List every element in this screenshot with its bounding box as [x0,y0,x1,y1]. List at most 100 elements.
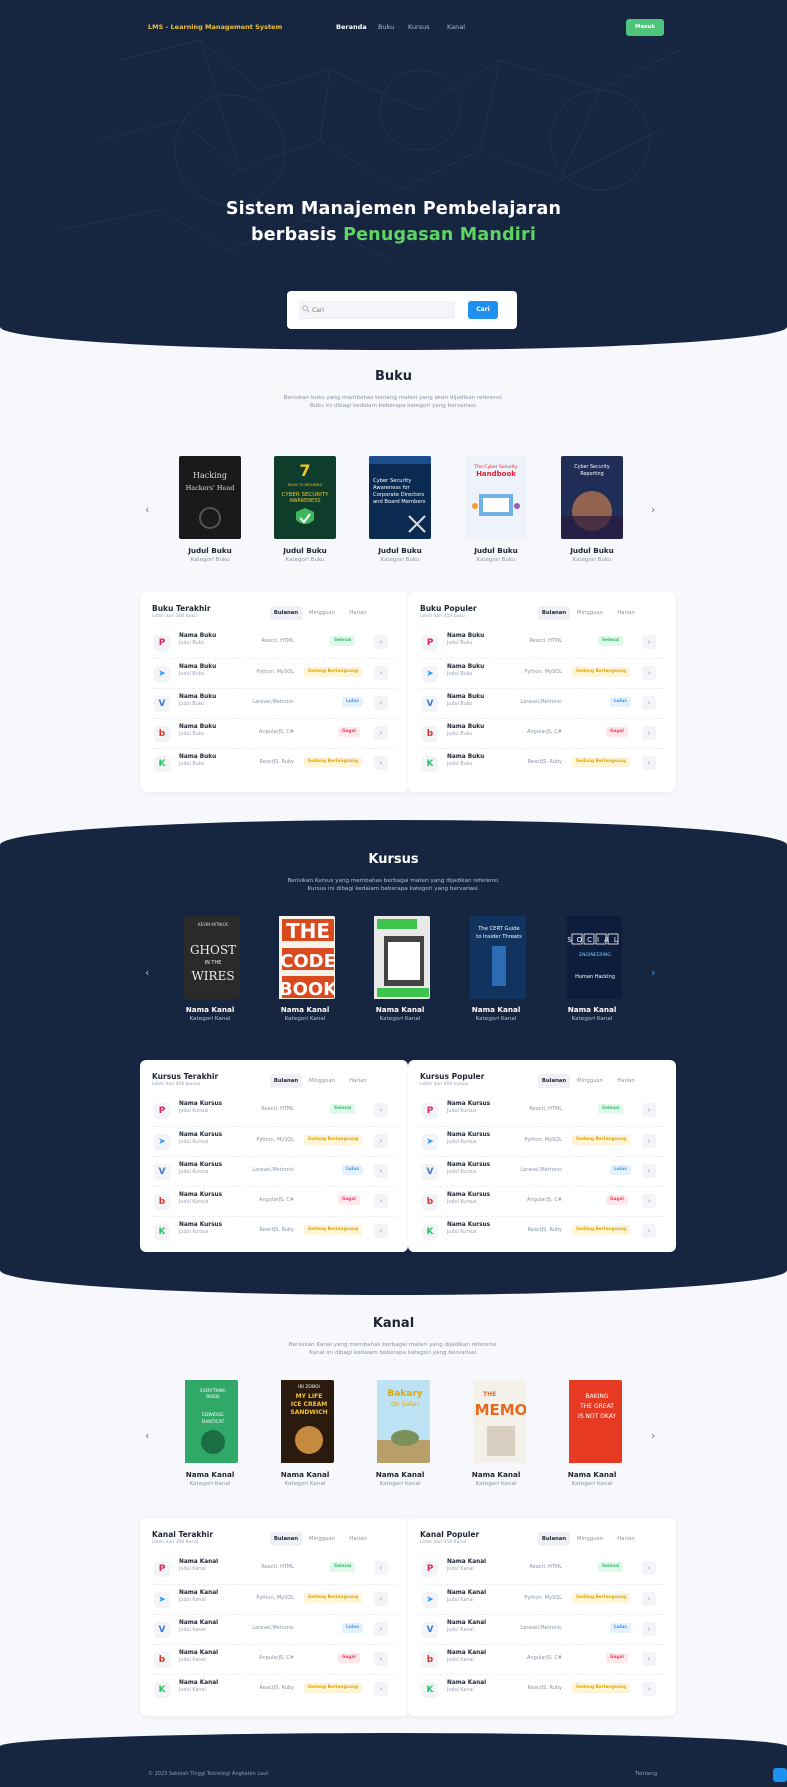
kanal-cover-2[interactable]: IBI ZOBOI MY LIFE ICE CREAM SANDWICH [278,1380,334,1463]
list-item[interactable]: ➤ Nama Kursus Judul Kursus Python, MySQL… [152,1126,396,1156]
kursus-title-1[interactable]: Nama Kanal [160,1005,260,1014]
arrow-right-icon[interactable]: › [374,1592,388,1606]
list-item[interactable]: b Nama Kanal Judul Kanal AngularJS, C# G… [420,1644,664,1674]
tab-mingguan[interactable]: Mingguan [572,1532,608,1546]
item-name[interactable]: Nama Kanal [447,1559,486,1565]
tab-bulanan[interactable]: Bulanan [270,1532,302,1546]
list-item[interactable]: P Nama Buku Judul Buku Reactl, HTML Sele… [152,628,396,658]
arrow-right-icon[interactable]: › [642,1224,656,1238]
item-name[interactable]: Nama Kursus [179,1162,222,1168]
arrow-right-icon[interactable]: › [642,1194,656,1208]
arrow-right-icon[interactable]: › [374,726,388,740]
item-name[interactable]: Nama Kanal [447,1650,486,1656]
login-button[interactable]: Masuk [626,19,664,36]
item-name[interactable]: Nama Kursus [447,1132,490,1138]
tab-mingguan[interactable]: Mingguan [572,1074,608,1088]
tab-mingguan[interactable]: Mingguan [304,1074,340,1088]
item-name[interactable]: Nama Buku [179,633,216,639]
arrow-right-icon[interactable]: › [374,1561,388,1575]
arrow-right-icon[interactable]: › [642,1103,656,1117]
arrow-right-icon[interactable]: › [374,756,388,770]
item-name[interactable]: Nama Kanal [179,1680,218,1686]
kursus-title-2[interactable]: Nama Kanal [255,1005,355,1014]
list-item[interactable]: P Nama Kursus Judul Kursus Reactl, HTML … [420,1096,664,1126]
list-item[interactable]: ➤ Nama Kanal Judul Kanal Python, MySQL S… [152,1584,396,1614]
kanal-cover-5[interactable]: BAKING THE GREAT IS NOT OKAY [566,1380,622,1463]
list-item[interactable]: b Nama Buku Judul Buku AngularJS, C# Gag… [420,718,664,748]
arrow-right-icon[interactable]: › [374,635,388,649]
tab-harian[interactable]: Harian [344,1074,372,1088]
list-item[interactable]: ➤ Nama Buku Judul Buku Python, MySQL Sed… [152,658,396,688]
tab-mingguan[interactable]: Mingguan [304,606,340,620]
kanal-title-4[interactable]: Nama Kanal [446,1470,546,1479]
list-item[interactable]: ➤ Nama Kanal Judul Kanal Python, MySQL S… [420,1584,664,1614]
kanal-title-5[interactable]: Nama Kanal [542,1470,642,1479]
list-item[interactable]: K Nama Kanal Judul Kanal ReactJS, Ruby S… [152,1674,396,1704]
item-name[interactable]: Nama Kanal [447,1680,486,1686]
kanal-title-2[interactable]: Nama Kanal [255,1470,355,1479]
book-cover-1[interactable]: Hacking Hackers' Head [179,456,241,539]
kursus-title-5[interactable]: Nama Kanal [542,1005,642,1014]
nav-kanal[interactable]: Kanal [447,23,465,31]
kursus-cover-5[interactable]: SOCIAL ENGINEERING Human Hacking [564,916,622,999]
tab-bulanan[interactable]: Bulanan [270,606,302,620]
list-item[interactable]: P Nama Kanal Judul Kanal Reactl, HTML Se… [152,1554,396,1584]
arrow-right-icon[interactable]: › [374,1652,388,1666]
book-cover-4[interactable]: The Cyber Security Handbook [465,456,527,539]
arrow-right-icon[interactable]: › [642,1164,656,1178]
tab-bulanan[interactable]: Bulanan [538,1074,570,1088]
search-input[interactable] [299,301,455,319]
carousel-prev-icon[interactable]: ‹ [145,1429,149,1442]
list-item[interactable]: K Nama Kursus Judul Kursus ReactJS, Ruby… [152,1216,396,1246]
scroll-top-button[interactable] [773,1768,787,1782]
tab-harian[interactable]: Harian [344,1532,372,1546]
carousel-next-icon[interactable]: › [651,966,655,979]
tab-bulanan[interactable]: Bulanan [270,1074,302,1088]
item-name[interactable]: Nama Kursus [179,1222,222,1228]
kursus-cover-3[interactable] [372,916,430,999]
list-item[interactable]: K Nama Buku Judul Buku ReactJS, Ruby Sed… [420,748,664,778]
arrow-right-icon[interactable]: › [374,1682,388,1696]
kanal-cover-4[interactable]: THE MEMO [470,1380,526,1463]
nav-kursus[interactable]: Kursus [408,23,430,31]
item-name[interactable]: Nama Buku [447,754,484,760]
book-title-5[interactable]: Judul Buku [542,546,642,555]
carousel-next-icon[interactable]: › [651,503,655,516]
footer-link-tentang[interactable]: Tentang [635,1771,657,1777]
item-name[interactable]: Nama Kursus [179,1132,222,1138]
kursus-cover-1[interactable]: KEVIN MITNICK GHOST IN THE WIRES [182,916,240,999]
tab-bulanan[interactable]: Bulanan [538,606,570,620]
arrow-right-icon[interactable]: › [374,696,388,710]
arrow-right-icon[interactable]: › [642,635,656,649]
kursus-title-3[interactable]: Nama Kanal [350,1005,450,1014]
item-name[interactable]: Nama Buku [447,664,484,670]
arrow-right-icon[interactable]: › [642,1592,656,1606]
book-cover-3[interactable]: Cyber Security Awareness for Corporate Dir… [369,456,431,539]
item-name[interactable]: Nama Kursus [447,1222,490,1228]
tab-harian[interactable]: Harian [344,606,372,620]
book-title-3[interactable]: Judul Buku [350,546,450,555]
list-item[interactable]: P Nama Kursus Judul Kursus Reactl, HTML … [152,1096,396,1126]
list-item[interactable]: ➤ Nama Kursus Judul Kursus Python, MySQL… [420,1126,664,1156]
carousel-next-icon[interactable]: › [651,1429,655,1442]
item-name[interactable]: Nama Buku [179,694,216,700]
book-cover-5[interactable]: Cyber Security Reporting [561,456,623,539]
item-name[interactable]: Nama Kanal [179,1559,218,1565]
list-item[interactable]: b Nama Buku Judul Buku AngularJS, C# Gag… [152,718,396,748]
list-item[interactable]: P Nama Kanal Judul Kanal Reactl, HTML Se… [420,1554,664,1584]
list-item[interactable]: V Nama Kanal Judul Kanal Laravel,Metroni… [420,1614,664,1644]
kanal-cover-1[interactable]: EVERYTHING INSIDE EDWIDGE DANTICAT [182,1380,238,1463]
tab-harian[interactable]: Harian [612,1532,640,1546]
tab-mingguan[interactable]: Mingguan [572,606,608,620]
arrow-right-icon[interactable]: › [374,1622,388,1636]
brand-logo-text[interactable]: LMS - Learning Management System [148,23,282,31]
list-item[interactable]: K Nama Buku Judul Buku ReactJS, Ruby Sed… [152,748,396,778]
kursus-title-4[interactable]: Nama Kanal [446,1005,546,1014]
arrow-right-icon[interactable]: › [642,756,656,770]
arrow-right-icon[interactable]: › [642,666,656,680]
item-name[interactable]: Nama Kursus [179,1101,222,1107]
item-name[interactable]: Nama Buku [447,724,484,730]
item-name[interactable]: Nama Kanal [447,1620,486,1626]
list-item[interactable]: ➤ Nama Buku Judul Buku Python, MySQL Sed… [420,658,664,688]
list-item[interactable]: V Nama Kursus Judul Kursus Laravel,Metro… [152,1156,396,1186]
